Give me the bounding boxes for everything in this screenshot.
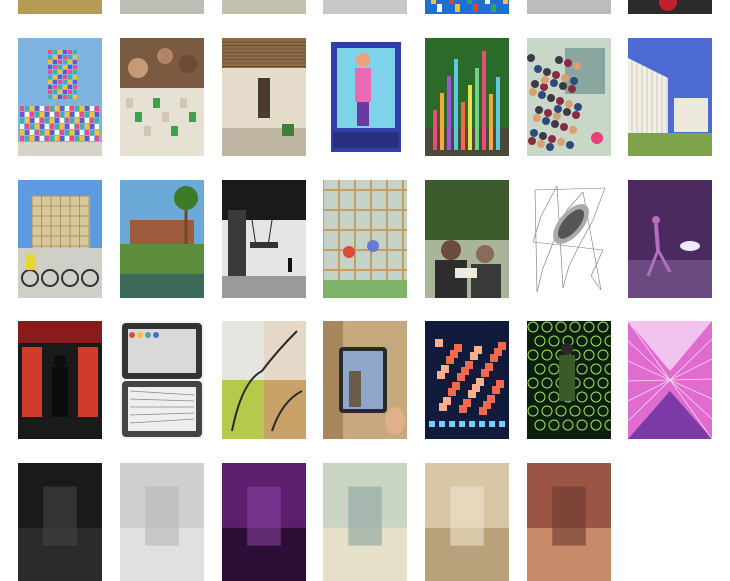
thumbnail-image — [18, 38, 102, 156]
image-gallery-grid — [0, 0, 730, 581]
thumbnail-image — [222, 0, 306, 14]
thumbnail-image — [628, 38, 712, 156]
gallery-thumbnail-people-workshop-model[interactable] — [120, 38, 204, 156]
thumbnail-image — [120, 180, 204, 298]
thumbnail-image — [18, 463, 102, 581]
thumbnail-image — [527, 463, 611, 581]
gallery-thumbnail-voronoi-hand-drawing[interactable] — [527, 180, 611, 298]
gallery-thumbnail-street-grey[interactable] — [323, 0, 407, 14]
gallery-thumbnail-pink-tunnel[interactable] — [628, 321, 712, 439]
gallery-thumbnail-white-pavilion[interactable] — [628, 38, 712, 156]
thumbnail-image — [527, 0, 611, 14]
gallery-thumbnail-men-reading-tree[interactable] — [425, 180, 509, 298]
thumbnail-image — [425, 321, 509, 439]
thumbnail-image — [628, 321, 712, 439]
gallery-thumbnail-bw-tree-swing[interactable] — [222, 180, 306, 298]
gallery-thumbnail-dancer-purple-stage[interactable] — [628, 180, 712, 298]
thumbnail-image — [323, 180, 407, 298]
gallery-thumbnail-tablet-sketch-app[interactable] — [120, 321, 204, 439]
thumbnail-image — [527, 321, 611, 439]
thumbnail-image — [425, 463, 509, 581]
gallery-thumbnail-ochre-architecture[interactable] — [18, 0, 102, 14]
thumbnail-image — [323, 321, 407, 439]
gallery-thumbnail-crowd-market[interactable] — [527, 38, 611, 156]
gallery-thumbnail-green-hexagon-figure[interactable] — [527, 321, 611, 439]
gallery-thumbnail-palm-garden-pond[interactable] — [120, 180, 204, 298]
gallery-thumbnail-dark[interactable] — [18, 463, 102, 581]
gallery-thumbnail-light-grey[interactable] — [120, 463, 204, 581]
gallery-thumbnail-tablet-street-ar[interactable] — [323, 321, 407, 439]
thumbnail-image — [120, 321, 204, 439]
thumbnail-image — [323, 0, 407, 14]
thumbnail-image — [222, 463, 306, 581]
thumbnail-image — [628, 180, 712, 298]
thumbnail-image — [425, 0, 509, 14]
gallery-thumbnail-beige[interactable] — [425, 463, 509, 581]
gallery-thumbnail-red-emblem[interactable] — [628, 0, 712, 14]
thumbnail-image — [120, 463, 204, 581]
gallery-thumbnail-pale-building[interactable] — [323, 463, 407, 581]
thumbnail-image — [222, 321, 306, 439]
thumbnail-image — [120, 38, 204, 156]
gallery-thumbnail-purple-dark[interactable] — [222, 463, 306, 581]
thumbnail-image — [120, 0, 204, 14]
gallery-thumbnail-color-poles-garden[interactable] — [425, 38, 509, 156]
thumbnail-image — [628, 0, 712, 14]
thumbnail-image — [18, 180, 102, 298]
gallery-thumbnail-grey-pavement[interactable] — [120, 0, 204, 14]
thumbnail-image — [323, 463, 407, 581]
gallery-thumbnail-timber-scaffold-people[interactable] — [323, 180, 407, 298]
thumbnail-image — [527, 38, 611, 156]
thumbnail-image — [323, 38, 407, 156]
gallery-thumbnail-red-room-silhouette[interactable] — [18, 321, 102, 439]
thumbnail-image — [18, 0, 102, 14]
thumbnail-image — [425, 38, 509, 156]
gallery-thumbnail-pale-grey[interactable] — [527, 0, 611, 14]
gallery-thumbnail-colorful-crowd[interactable] — [425, 0, 509, 14]
gallery-thumbnail-wooden-interior-room[interactable] — [222, 38, 306, 156]
gallery-thumbnail-interior-grey[interactable] — [222, 0, 306, 14]
thumbnail-image — [222, 180, 306, 298]
thumbnail-image — [222, 38, 306, 156]
gallery-thumbnail-brown-red[interactable] — [527, 463, 611, 581]
thumbnail-image — [18, 321, 102, 439]
gallery-thumbnail-vine-collage[interactable] — [222, 321, 306, 439]
gallery-thumbnail-colorful-tower-sky[interactable] — [18, 38, 102, 156]
gallery-thumbnail-blue-box-figure[interactable] — [323, 38, 407, 156]
thumbnail-image — [527, 180, 611, 298]
thumbnail-image — [425, 180, 509, 298]
gallery-thumbnail-lattice-cube-bikes[interactable] — [18, 180, 102, 298]
gallery-thumbnail-orange-data-cubes[interactable] — [425, 321, 509, 439]
